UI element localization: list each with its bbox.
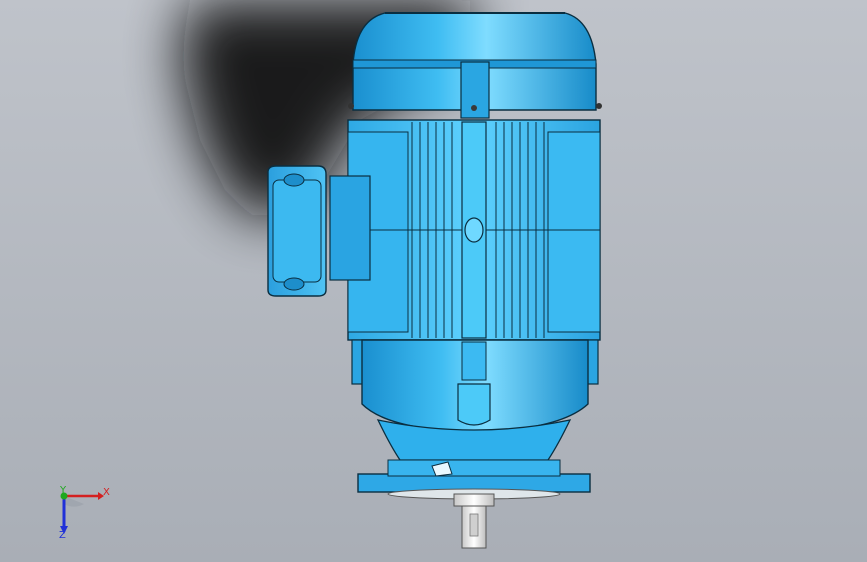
fan-cover[interactable] xyxy=(348,12,602,119)
mounting-flange[interactable] xyxy=(357,459,591,500)
terminal-box[interactable] xyxy=(267,165,371,297)
output-shaft[interactable] xyxy=(453,493,495,549)
drive-end-shield[interactable] xyxy=(351,339,599,461)
graphics-viewport[interactable]: X Y Z xyxy=(0,0,867,562)
x-axis-label: X xyxy=(103,487,110,498)
y-axis-label: Y xyxy=(60,485,67,496)
z-axis-label: Z xyxy=(59,530,66,541)
motor-model[interactable] xyxy=(0,0,867,562)
stator-frame[interactable] xyxy=(347,119,601,341)
